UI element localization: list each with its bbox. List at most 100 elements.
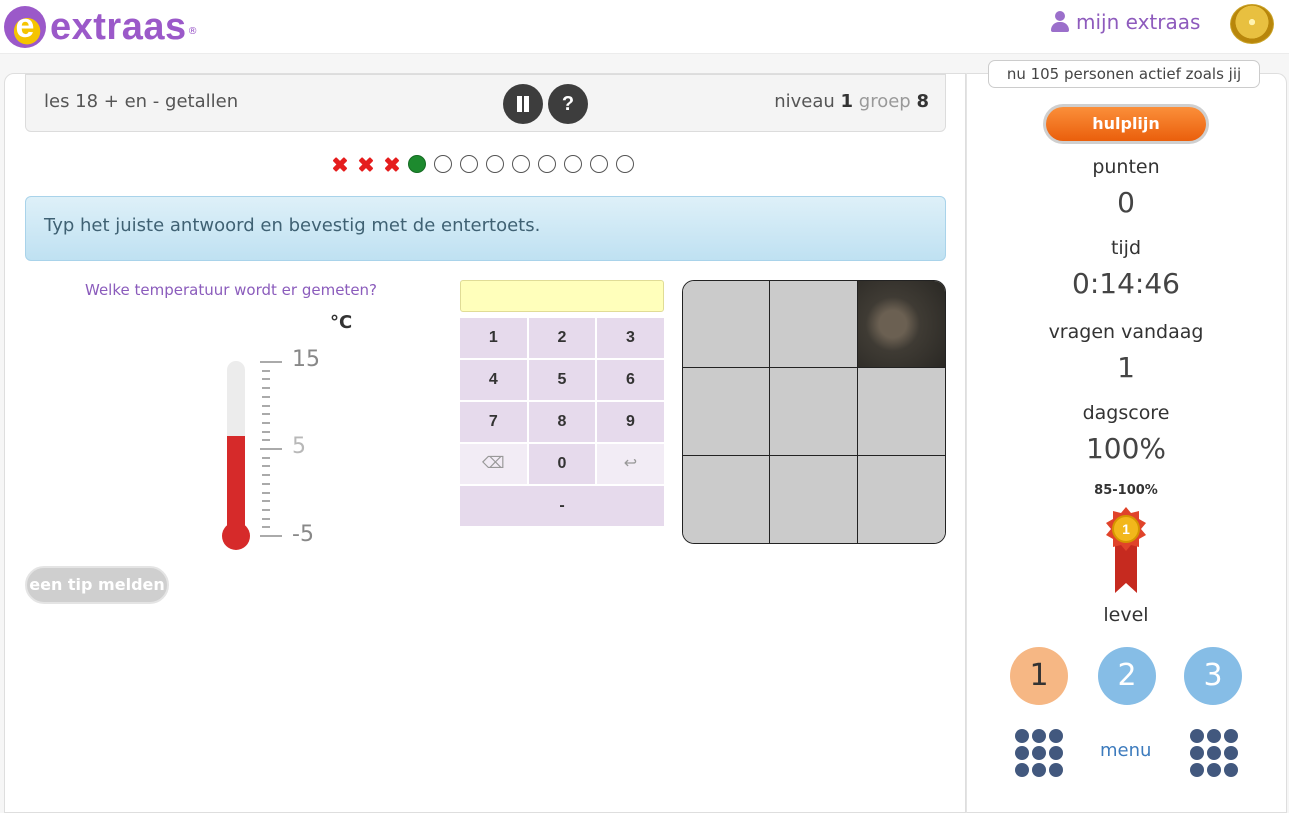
thermometer-tube xyxy=(227,361,245,526)
backspace-key[interactable]: ⌫ xyxy=(460,444,527,484)
answer-input[interactable] xyxy=(460,280,664,312)
ribbon-number: 1 xyxy=(1122,521,1130,537)
progress-dot-empty xyxy=(460,155,478,173)
tip-report-button[interactable]: een tip melden xyxy=(25,566,169,604)
thermometer-fill xyxy=(227,435,245,526)
thermometer-scale xyxy=(260,361,282,537)
progress-dot-empty xyxy=(616,155,634,173)
medal-ribbon-icon: 1 xyxy=(1106,507,1146,593)
award-badge-icon xyxy=(1230,4,1274,44)
scale-minor-tick xyxy=(262,404,270,407)
level-1-button[interactable]: 1 xyxy=(1010,647,1068,705)
score-range-label: 85-100% xyxy=(1094,483,1158,498)
scale-label-bottom: -5 xyxy=(292,522,314,547)
punten-value: 0 xyxy=(1117,186,1135,219)
progress-dot-wrong xyxy=(382,155,400,173)
level-2-button[interactable]: 2 xyxy=(1098,647,1156,705)
number-keypad: 1 2 3 4 5 6 7 8 9 ⌫ 0 ↩ - xyxy=(460,318,664,528)
scale-minor-tick xyxy=(262,439,270,442)
scale-minor-tick xyxy=(262,456,270,459)
key-4[interactable]: 4 xyxy=(460,360,527,400)
question-progress xyxy=(330,154,634,174)
backspace-icon: ⌫ xyxy=(481,455,505,472)
tijd-label: tijd xyxy=(1110,237,1142,259)
scale-minor-tick xyxy=(262,413,270,416)
scale-minor-tick xyxy=(262,526,270,529)
scale-label-middle: 5 xyxy=(292,434,306,459)
user-icon xyxy=(1050,11,1070,33)
logo-e-icon: e xyxy=(4,6,46,48)
top-bar: e extraas ® mijn extraas xyxy=(0,0,1289,54)
extraas-logo[interactable]: e extraas ® xyxy=(4,6,198,48)
key-0[interactable]: 0 xyxy=(528,444,596,484)
scale-minor-tick xyxy=(262,482,270,485)
key-2[interactable]: 2 xyxy=(528,318,596,358)
hulplijn-label: hulplijn xyxy=(1046,107,1206,141)
scale-minor-tick xyxy=(262,500,270,503)
progress-dot-empty xyxy=(538,155,556,173)
menu-link[interactable]: menu xyxy=(1100,740,1151,761)
level-3-button[interactable]: 3 xyxy=(1184,647,1242,705)
scale-minor-tick xyxy=(262,369,270,372)
puzzle-tile xyxy=(770,368,858,456)
instruction-banner: Typ het juiste antwoord en bevestig met … xyxy=(25,196,946,261)
progress-dot-wrong xyxy=(330,155,348,173)
exercise-panel: les 18 + en - getallen ? niveau 1 groep … xyxy=(4,73,966,813)
key-8[interactable]: 8 xyxy=(528,402,596,442)
apps-grid-icon[interactable] xyxy=(1015,729,1063,777)
hulplijn-button[interactable]: hulplijn xyxy=(1043,104,1209,144)
key-9[interactable]: 9 xyxy=(597,402,664,442)
key-7[interactable]: 7 xyxy=(460,402,527,442)
thermometer-bulb xyxy=(222,522,250,550)
vragen-vandaag-label: vragen vandaag xyxy=(1048,321,1204,343)
tijd-value: 0:14:46 xyxy=(1072,267,1180,300)
level-label: level xyxy=(1103,604,1149,626)
progress-dot-empty xyxy=(564,155,582,173)
key-6[interactable]: 6 xyxy=(597,360,664,400)
logo-text: extraas xyxy=(50,5,187,48)
puzzle-tile xyxy=(857,368,945,456)
key-5[interactable]: 5 xyxy=(528,360,596,400)
scale-minor-tick xyxy=(262,491,270,494)
pause-button[interactable] xyxy=(503,84,543,124)
lesson-bar: les 18 + en - getallen ? niveau 1 groep … xyxy=(25,74,946,132)
puzzle-tile xyxy=(770,455,858,543)
undo-key[interactable]: ↩ xyxy=(597,444,664,484)
dagscore-label: dagscore xyxy=(1082,402,1170,424)
key-3[interactable]: 3 xyxy=(597,318,664,358)
scale-minor-tick xyxy=(262,378,270,381)
unit-label: °C xyxy=(330,312,353,333)
reward-puzzle-grid xyxy=(682,280,946,544)
puzzle-tile xyxy=(770,281,858,369)
groep-label: groep xyxy=(858,91,911,112)
progress-dot-empty xyxy=(590,155,608,173)
vragen-vandaag-value: 1 xyxy=(1117,351,1135,384)
progress-dot-empty xyxy=(486,155,504,173)
minus-key[interactable]: - xyxy=(460,486,664,526)
scale-label-top: 15 xyxy=(292,347,320,372)
progress-dot-current xyxy=(408,155,426,173)
apps-grid-icon[interactable] xyxy=(1190,729,1238,777)
undo-icon: ↩ xyxy=(623,455,638,472)
scale-minor-tick xyxy=(262,430,270,433)
progress-dot-empty xyxy=(434,155,452,173)
scale-minor-tick xyxy=(262,465,270,468)
question-text: Welke temperatuur wordt er gemeten? xyxy=(85,281,378,299)
scale-minor-tick xyxy=(262,508,270,511)
progress-dot-wrong xyxy=(356,155,374,173)
help-button[interactable]: ? xyxy=(548,84,588,124)
active-users-badge: nu 105 personen actief zoals jij xyxy=(988,60,1260,88)
puzzle-tile xyxy=(857,455,945,543)
scale-minor-tick xyxy=(262,517,270,520)
level-group-info: niveau 1 groep 8 xyxy=(774,91,929,112)
niveau-value: 1 xyxy=(840,91,854,112)
scale-minor-tick xyxy=(262,421,270,424)
punten-label: punten xyxy=(1092,156,1160,178)
progress-dot-empty xyxy=(512,155,530,173)
groep-value: 8 xyxy=(916,91,929,112)
key-1[interactable]: 1 xyxy=(460,318,527,358)
scale-major-tick xyxy=(260,361,282,363)
mijn-extraas-link[interactable]: mijn extraas xyxy=(1050,10,1200,34)
puzzle-tile xyxy=(683,281,771,369)
scale-major-tick xyxy=(260,535,282,537)
